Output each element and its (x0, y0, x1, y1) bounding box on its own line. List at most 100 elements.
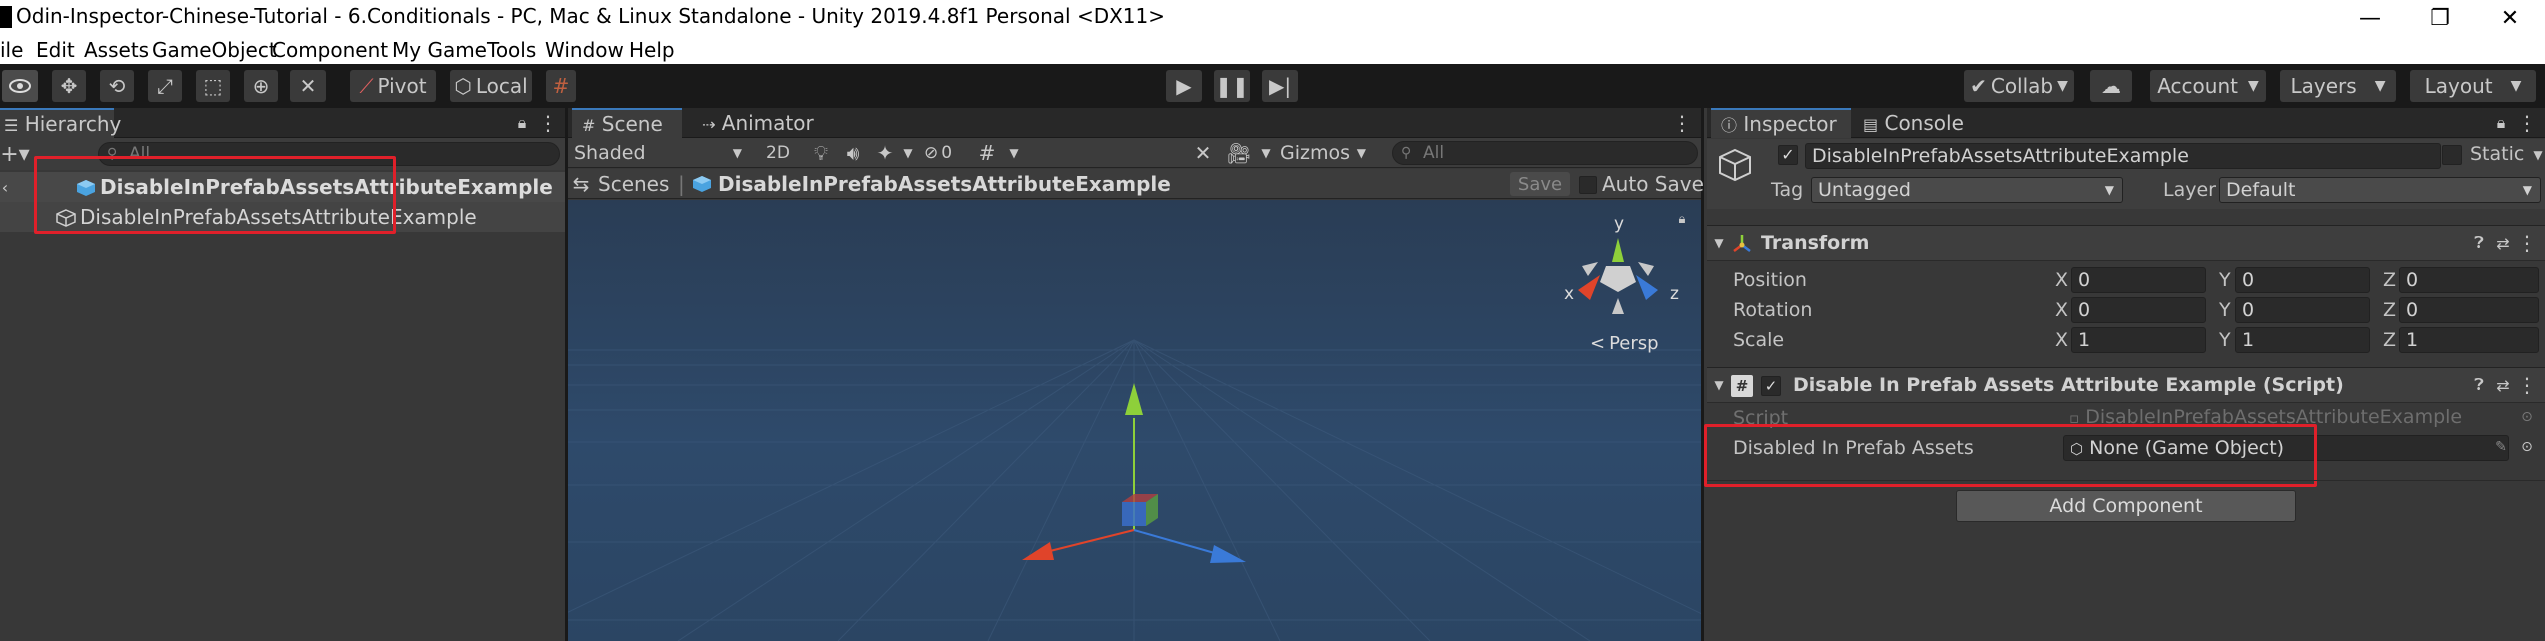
search-placeholder: All (1423, 143, 1445, 163)
custom-tool-button[interactable]: ✕ (290, 70, 326, 102)
dropdown-arrow-icon[interactable]: ▼ (2531, 145, 2545, 165)
menu-tools[interactable]: Tools (487, 36, 536, 64)
layer-value: Default (2226, 179, 2296, 201)
more-menu-icon[interactable]: ⋮ (2517, 111, 2537, 135)
tab-animator[interactable]: ⇢ Animator (692, 108, 822, 138)
tab-scene[interactable]: # Scene (572, 108, 682, 138)
script-enabled-checkbox[interactable]: ✓ (1761, 376, 1781, 396)
mode-2d-toggle[interactable]: 2D (758, 140, 798, 166)
rect-tool-button[interactable]: ⬚ (196, 70, 230, 102)
audio-toggle-icon[interactable]: 🔊︎ (840, 140, 866, 166)
object-name-input[interactable]: DisableInPrefabAssetsAttributeExample (1805, 143, 2441, 169)
menu-my-game[interactable]: My Game (392, 36, 487, 64)
foldout-arrow-icon[interactable]: ▼ (1711, 376, 1727, 394)
layout-dropdown[interactable]: Layout ▼ (2410, 70, 2536, 102)
preset-icon[interactable]: ⇄ (2493, 374, 2513, 396)
menu-file[interactable]: ile (0, 36, 23, 64)
scale-tool-button[interactable]: ⤢ (148, 70, 182, 102)
menu-window[interactable]: Window (545, 36, 624, 64)
pencil-icon[interactable]: ✎ (2493, 437, 2509, 457)
pivot-toggle[interactable]: ⟋ Pivot (350, 70, 436, 102)
preset-icon[interactable]: ⇄ (2493, 232, 2513, 254)
tab-hierarchy-label: Hierarchy (24, 112, 122, 136)
grid-icon[interactable]: # (974, 140, 1000, 166)
tab-inspector[interactable]: ⓘ Inspector (1711, 108, 1851, 138)
rotate-tool-button[interactable]: ⟲ (100, 70, 134, 102)
transform-component-header[interactable]: ▼ Transform ❓︎ ⇄ ⋮ (1707, 225, 2545, 261)
rotation-z-input[interactable]: 0 (2399, 297, 2539, 323)
cloud-button[interactable]: ☁ (2090, 70, 2132, 102)
dropdown-arrow-icon[interactable]: ▼ (898, 140, 918, 166)
minimize-button[interactable]: — (2335, 0, 2405, 36)
auto-save-checkbox[interactable] (1579, 176, 1597, 194)
foldout-arrow-icon[interactable]: ▼ (1711, 234, 1727, 252)
position-x-input[interactable]: 0 (2071, 267, 2206, 293)
projection-toggle[interactable]: < Persp (1590, 332, 1659, 354)
scene-search-input[interactable]: ⚲ All (1392, 141, 1698, 165)
position-z-input[interactable]: 0 (2399, 267, 2539, 293)
hidden-objects-toggle[interactable]: ⊘ 0 (924, 140, 968, 166)
lock-icon[interactable]: 🔒︎ (512, 112, 532, 134)
menu-component[interactable]: Component (272, 36, 388, 64)
more-menu-icon[interactable]: ⋮ (1672, 111, 1692, 135)
account-dropdown[interactable]: Account ▼ (2150, 70, 2266, 102)
grid-snap-button[interactable]: # (546, 70, 576, 102)
shading-mode-dropdown[interactable]: Shaded ▼ (574, 140, 750, 166)
maximize-button[interactable]: ❐ (2405, 0, 2475, 36)
more-menu-icon[interactable]: ⋮ (2517, 373, 2537, 397)
tab-hierarchy[interactable]: ☰ Hierarchy (0, 108, 121, 138)
rotation-y-input[interactable]: 0 (2235, 297, 2370, 323)
menu-help[interactable]: Help (629, 36, 675, 64)
menu-gameobject[interactable]: GameObject (152, 36, 277, 64)
create-button[interactable]: +▾ (0, 142, 30, 167)
lock-icon[interactable]: 🔒︎ (2491, 112, 2511, 134)
menu-edit[interactable]: Edit (36, 36, 75, 64)
unity-logo-icon (0, 6, 12, 28)
breadcrumb-scenes[interactable]: Scenes (598, 172, 669, 196)
effects-toggle-icon[interactable]: ✦ (872, 140, 898, 166)
scene-tab-bar: # Scene ⇢ Animator ⋮ (568, 108, 1701, 138)
scene-viewport[interactable]: y x z 🔒︎ < Persp (568, 200, 1701, 641)
static-checkbox[interactable] (2442, 145, 2462, 165)
scale-z-input[interactable]: 1 (2399, 327, 2539, 353)
inspector-tab-bar: ⓘ Inspector ▤ Console 🔒︎ ⋮ (1707, 108, 2545, 138)
back-arrow-icon[interactable]: ⇆ (573, 172, 590, 196)
gizmos-dropdown[interactable]: Gizmos ▼ (1280, 140, 1370, 166)
back-arrow-icon[interactable]: ‹ (0, 176, 10, 198)
view-tool-button[interactable] (2, 70, 38, 102)
lighting-toggle-icon[interactable]: 💡︎ (808, 140, 834, 166)
collab-dropdown[interactable]: ✔ Collab ▼ (1964, 70, 2074, 102)
active-checkbox[interactable]: ✓ (1778, 145, 1798, 165)
move-tool-button[interactable]: ✥ (52, 70, 86, 102)
tab-console[interactable]: ▤ Console (1853, 108, 1983, 138)
local-toggle[interactable]: ⬡ Local (450, 70, 532, 102)
step-button[interactable]: ▶| (1262, 70, 1298, 102)
position-y-input[interactable]: 0 (2235, 267, 2370, 293)
breadcrumb-prefab[interactable]: DisableInPrefabAssetsAttributeExample (718, 172, 1171, 196)
script-component-header[interactable]: ▼ # ✓ Disable In Prefab Assets Attribute… (1707, 367, 2545, 403)
scale-x-input[interactable]: 1 (2071, 327, 2206, 353)
more-menu-icon[interactable]: ⋮ (2517, 231, 2537, 255)
pause-button[interactable]: ❚❚ (1214, 70, 1250, 102)
transform-tool-button[interactable]: ⊕ (244, 70, 278, 102)
layer-dropdown[interactable]: Default ▼ (2219, 177, 2541, 203)
scale-y-input[interactable]: 1 (2235, 327, 2370, 353)
camera-icon[interactable]: 🎥︎ (1224, 140, 1254, 166)
dropdown-arrow-icon[interactable]: ▼ (1256, 140, 1276, 166)
rotation-x-input[interactable]: 0 (2071, 297, 2206, 323)
lock-icon[interactable]: 🔒︎ (1674, 210, 1690, 228)
help-icon[interactable]: ❓︎ (2469, 374, 2489, 396)
play-button[interactable]: ▶ (1166, 70, 1202, 102)
save-button[interactable]: Save (1510, 172, 1570, 196)
close-button[interactable]: ✕ (2475, 0, 2545, 36)
add-component-button[interactable]: Add Component (1956, 490, 2296, 522)
help-icon[interactable]: ❓︎ (2469, 232, 2489, 254)
menu-assets[interactable]: Assets (84, 36, 149, 64)
object-picker-icon[interactable]: ⊙ (2517, 437, 2537, 457)
layers-dropdown[interactable]: Layers ▼ (2280, 70, 2396, 102)
tag-dropdown[interactable]: Untagged ▼ (1811, 177, 2123, 203)
scene-tools-icon[interactable]: ✕ (1190, 140, 1216, 166)
inspector-divider (1707, 480, 2545, 481)
dropdown-arrow-icon[interactable]: ▼ (1004, 140, 1024, 166)
more-menu-icon[interactable]: ⋮ (538, 111, 558, 135)
